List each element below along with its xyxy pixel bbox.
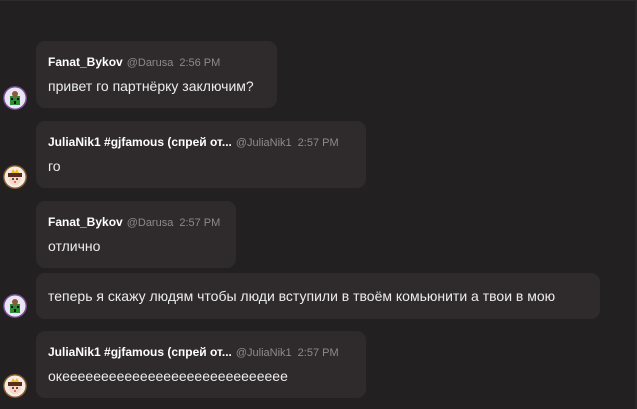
message-text: океееееееееееееееееееееееееееее — [48, 368, 288, 384]
timestamp: 2:57 PM — [297, 347, 339, 359]
author-handle[interactable]: @JuliaNik1 — [236, 137, 292, 149]
author-name[interactable]: JuliaNik1 #gjfamous (спрей от... — [48, 135, 232, 149]
top-divider — [0, 0, 637, 1]
author-name[interactable]: Fanat_Bykov — [48, 55, 123, 69]
chat-message-list: Fanat_Bykov @Darusa 2:56 PM привет го парт… — [0, 0, 637, 409]
author-handle[interactable]: @Darusa — [127, 217, 174, 229]
message-header: Fanat_Bykov @Darusa 2:57 PM — [48, 215, 220, 230]
timestamp: 2:57 PM — [179, 217, 221, 229]
creeper-bear-avatar-icon[interactable] — [3, 294, 27, 318]
message-header: Fanat_Bykov @Darusa 2:56 PM — [48, 55, 220, 70]
girl-crown-avatar-icon[interactable] — [3, 165, 27, 189]
girl-crown-avatar-icon[interactable] — [3, 374, 27, 398]
message-bubble[interactable]: Fanat_Bykov @Darusa 2:57 PM отлично — [36, 201, 236, 268]
message-bubble[interactable]: JuliaNik1 #gjfamous (спрей от... @JuliaNi… — [36, 121, 366, 188]
author-handle[interactable]: @JuliaNik1 — [236, 347, 292, 359]
message-text: го — [48, 158, 61, 174]
message-text: привет го партнёрку заключим? — [48, 78, 254, 94]
timestamp: 2:56 PM — [179, 57, 221, 69]
message-header: JuliaNik1 #gjfamous (спрей от... @JuliaNi… — [48, 345, 339, 360]
message-bubble[interactable]: Fanat_Bykov @Darusa 2:56 PM привет го парт… — [36, 41, 277, 108]
creeper-bear-avatar-icon[interactable] — [3, 86, 27, 110]
author-name[interactable]: JuliaNik1 #gjfamous (спрей от... — [48, 345, 232, 359]
message-header: JuliaNik1 #gjfamous (спрей от... @JuliaNi… — [48, 135, 339, 150]
message-bubble[interactable]: JuliaNik1 #gjfamous (спрей от... @JuliaNi… — [36, 331, 366, 398]
message-text: отлично — [48, 238, 101, 254]
message-text: теперь я скажу людям чтобы люди вступили… — [48, 288, 556, 304]
author-handle[interactable]: @Darusa — [127, 57, 174, 69]
message-bubble[interactable]: теперь я скажу людям чтобы люди вступили… — [36, 273, 600, 319]
author-name[interactable]: Fanat_Bykov — [48, 215, 123, 229]
timestamp: 2:57 PM — [297, 137, 339, 149]
